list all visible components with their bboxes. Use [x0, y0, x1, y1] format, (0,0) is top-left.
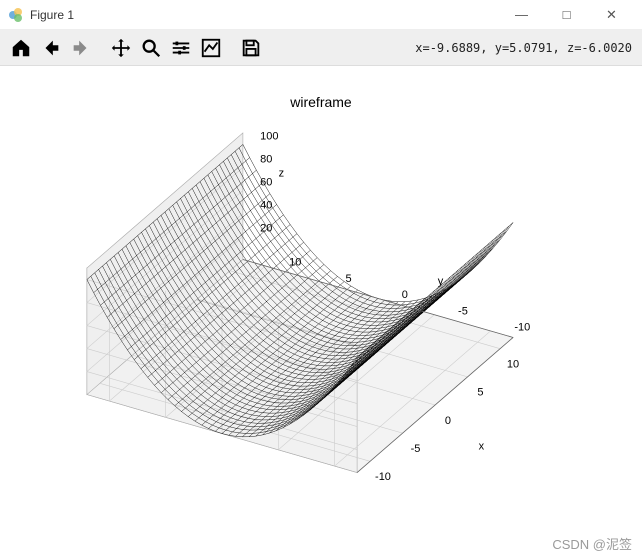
save-button[interactable] [236, 33, 266, 63]
chart-svg: -10 -5 0 5 10 -10 -5 0 5 10 20 40 60 80 100 x y z [0, 66, 642, 559]
toolbar: x=-9.6889, y=5.0791, z=-6.0020 [0, 30, 642, 66]
sliders-icon [170, 37, 192, 59]
svg-text:0: 0 [402, 289, 408, 301]
svg-text:-10: -10 [514, 322, 530, 334]
svg-text:20: 20 [260, 223, 272, 235]
svg-text:0: 0 [445, 415, 451, 427]
close-button[interactable]: ✕ [589, 0, 634, 29]
svg-text:z: z [279, 168, 285, 180]
move-icon [110, 37, 132, 59]
home-button[interactable] [6, 33, 36, 63]
edit-button[interactable] [196, 33, 226, 63]
svg-text:80: 80 [260, 154, 272, 166]
svg-text:x: x [479, 440, 485, 452]
plot-area[interactable]: wireframe -10-50510-10-5051020406080100x… [0, 66, 642, 559]
svg-text:10: 10 [289, 257, 301, 269]
svg-text:y: y [438, 275, 444, 287]
svg-text:100: 100 [260, 131, 278, 143]
back-button[interactable] [36, 33, 66, 63]
pan-button[interactable] [106, 33, 136, 63]
arrow-right-icon [70, 37, 92, 59]
svg-text:5: 5 [477, 387, 483, 399]
arrow-left-icon [40, 37, 62, 59]
cursor-coordinates: x=-9.6889, y=5.0791, z=-6.0020 [415, 41, 636, 55]
svg-text:-5: -5 [411, 443, 421, 455]
save-icon [240, 37, 262, 59]
configure-button[interactable] [166, 33, 196, 63]
window-title: Figure 1 [30, 8, 74, 22]
app-icon [8, 7, 24, 23]
svg-text:10: 10 [507, 359, 519, 371]
chart-line-icon [200, 37, 222, 59]
zoom-icon [140, 37, 162, 59]
svg-text:60: 60 [260, 177, 272, 189]
watermark: CSDN @泥签 [552, 534, 632, 553]
maximize-button[interactable]: □ [544, 0, 589, 29]
svg-text:40: 40 [260, 200, 272, 212]
svg-text:5: 5 [345, 273, 351, 285]
window-titlebar: Figure 1 — □ ✕ [0, 0, 642, 30]
forward-button[interactable] [66, 33, 96, 63]
svg-text:-5: -5 [458, 305, 468, 317]
svg-text:-10: -10 [375, 471, 391, 483]
minimize-button[interactable]: — [499, 0, 544, 29]
home-icon [10, 37, 32, 59]
zoom-button[interactable] [136, 33, 166, 63]
